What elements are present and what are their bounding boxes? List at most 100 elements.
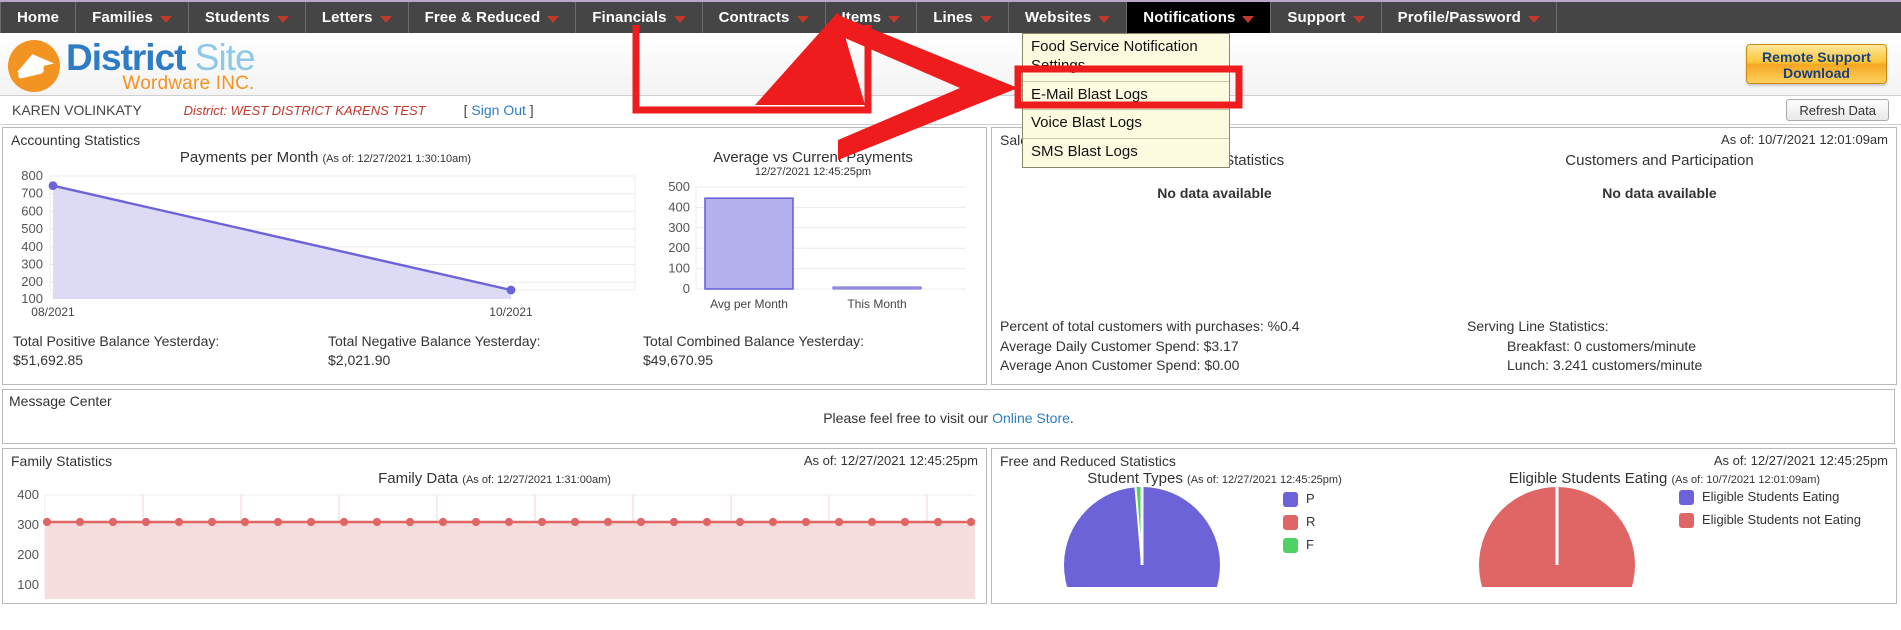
remote-support-download-button[interactable]: Remote Support Download: [1746, 44, 1887, 84]
eligible-eating-legend: Eligible Students Eating Eligible Studen…: [1679, 489, 1869, 528]
family-data-line-svg: 400 300 200 100: [17, 487, 976, 599]
chart-title-text: Payments per Month: [179, 149, 319, 166]
accounting-totals: Total Positive Balance Yesterday: $51,69…: [3, 326, 986, 370]
legend-item: R: [1283, 514, 1315, 530]
legend-swatch-eligible-eating: [1679, 490, 1694, 505]
serving-line-statistics-heading: Serving Line Statistics:: [1467, 318, 1609, 335]
current-district-label: District: WEST DISTRICT KARENS TEST: [183, 102, 426, 118]
nav-item-label: Support: [1287, 9, 1346, 26]
chevron-down-icon: [547, 15, 560, 23]
legend-label-f: F: [1306, 537, 1314, 552]
average-anon-customer-spend: Average Anon Customer Spend: $0.00: [1000, 357, 1240, 374]
svg-text:300: 300: [21, 257, 43, 272]
nav-item-lines[interactable]: Lines: [917, 2, 1009, 33]
chevron-down-icon: [159, 15, 172, 23]
total-negative-balance: Total Negative Balance Yesterday: $2,021…: [328, 332, 643, 370]
menu-item-label: Food Service Notification Settings: [1031, 38, 1198, 74]
message-center-title: Message Center: [9, 393, 112, 409]
bracket-open: [: [463, 102, 468, 118]
nav-item-label: Websites: [1024, 9, 1092, 26]
chart-title-text: Average vs Current Payments: [713, 149, 913, 166]
chevron-down-icon: [1352, 15, 1365, 23]
menu-item-sms-blast-logs[interactable]: SMS Blast Logs: [1023, 139, 1229, 167]
family-panel-title: Family Statistics: [11, 453, 113, 469]
avg-current-chart-title: Average vs Current Payments: [648, 149, 978, 166]
nav-filler: [1557, 2, 1901, 33]
legend-label-eligible-not-eating: Eligible Students not Eating: [1702, 512, 1861, 527]
svg-text:200: 200: [21, 274, 43, 289]
family-panel-asof: As of: 12/27/2021 12:45:25pm: [803, 453, 978, 468]
menu-item-voice-blast-logs[interactable]: Voice Blast Logs: [1023, 110, 1229, 139]
nav-item-items[interactable]: Items: [826, 2, 918, 33]
total-negative-balance-label: Total Negative Balance Yesterday:: [328, 333, 541, 349]
nav-item-websites[interactable]: Websites: [1009, 2, 1128, 33]
nav-item-label: Students: [204, 9, 270, 26]
menu-item-label: E-Mail Blast Logs: [1031, 85, 1148, 103]
legend-swatch-eligible-not-eating: [1679, 513, 1694, 528]
chevron-down-icon: [673, 15, 686, 23]
total-positive-balance: Total Positive Balance Yesterday: $51,69…: [13, 332, 328, 370]
svg-text:10/2021: 10/2021: [489, 305, 533, 319]
chevron-down-icon: [888, 15, 901, 23]
nav-item-financials[interactable]: Financials: [576, 2, 703, 33]
app-logo[interactable]: District Site Wordware INC.: [8, 37, 256, 93]
family-statistics-panel: Family Statistics As of: 12/27/2021 12:4…: [2, 448, 987, 604]
chevron-down-icon: [979, 15, 992, 23]
percent-customers-with-purchases: Percent of total customers with purchase…: [1000, 318, 1300, 335]
message-center-panel: Message Center Please feel free to visit…: [2, 389, 1895, 444]
dashboard-row-top: Accounting Statistics Payments per Month…: [0, 125, 1901, 387]
legend-label-eligible-eating: Eligible Students Eating: [1702, 489, 1840, 504]
sales-summary-lines: Percent of total customers with purchase…: [992, 317, 1896, 376]
sign-out-link[interactable]: Sign Out: [471, 102, 525, 118]
customers-participation-column: Customers and Participation No data avai…: [1437, 152, 1882, 202]
avg-current-chart-subtitle: 12/27/2021 12:45:25pm: [754, 166, 872, 178]
svg-text:This Month: This Month: [847, 297, 906, 311]
total-positive-balance-value: $51,692.85: [13, 351, 84, 368]
user-session-bar: KAREN VOLINKATY District: WEST DISTRICT …: [0, 96, 1901, 125]
payments-line-svg: 800 700 600 500 400 300 200 100 08/2021 …: [21, 168, 636, 319]
svg-text:500: 500: [21, 221, 43, 236]
refresh-data-button[interactable]: Refresh Data: [1786, 99, 1889, 121]
total-combined-balance-value: $49,670.95: [643, 351, 714, 368]
menu-item-food-service-notification-settings[interactable]: Food Service Notification Settings: [1023, 34, 1229, 82]
nav-item-notifications[interactable]: Notifications: [1127, 2, 1272, 33]
svg-text:100: 100: [17, 577, 39, 592]
remote-support-line2: Download: [1783, 65, 1850, 82]
nav-item-contracts[interactable]: Contracts: [703, 2, 826, 33]
svg-text:200: 200: [668, 240, 690, 255]
chart-subtitle-text: (As of: 12/27/2021 1:31:00am): [462, 474, 611, 486]
average-daily-customer-spend: Average Daily Customer Spend: $3.17: [1000, 337, 1239, 354]
nav-item-label: Free & Reduced: [424, 9, 541, 26]
online-store-link[interactable]: Online Store: [992, 410, 1070, 426]
svg-text:Avg per Month: Avg per Month: [710, 297, 788, 311]
chart-title-text: Eligible Students Eating: [1508, 470, 1668, 487]
legend-label-p: P: [1306, 491, 1315, 506]
menu-item-email-blast-logs[interactable]: E-Mail Blast Logs: [1023, 81, 1229, 111]
legend-swatch-r: [1283, 515, 1298, 530]
nav-item-students[interactable]: Students: [189, 2, 306, 33]
nav-item-families[interactable]: Families: [76, 2, 189, 33]
chart-title-text: Student Types: [1087, 470, 1183, 487]
chevron-down-icon: [379, 15, 392, 23]
eligible-eating-chart-title: Eligible Students Eating (As of: 10/7/20…: [1437, 470, 1892, 487]
bracket-close: ]: [529, 102, 534, 118]
nav-item-label: Families: [92, 9, 153, 26]
nav-item-free-and-reduced[interactable]: Free & Reduced: [409, 2, 577, 33]
nav-item-profile-password[interactable]: Profile/Password: [1382, 2, 1557, 33]
accounting-statistics-panel: Accounting Statistics Payments per Month…: [2, 127, 987, 385]
serving-line-lunch: Lunch: 3.241 customers/minute: [1507, 357, 1703, 374]
student-types-pie-svg: [1064, 487, 1220, 587]
nav-item-label: Lines: [933, 9, 973, 26]
nav-item-support[interactable]: Support: [1271, 2, 1382, 33]
accounting-charts-container: Payments per Month (As of: 12/27/2021 1:…: [3, 148, 986, 326]
svg-text:500: 500: [668, 179, 690, 194]
nav-item-letters[interactable]: Letters: [306, 2, 409, 33]
nav-item-home[interactable]: Home: [0, 2, 77, 33]
total-combined-balance-label: Total Combined Balance Yesterday:: [643, 333, 865, 349]
student-types-legend: P R F: [1283, 491, 1315, 553]
svg-text:400: 400: [17, 487, 39, 502]
serving-line-statistics: Serving Line Statistics: Breakfast: 0 cu…: [1437, 317, 1882, 376]
chevron-down-icon: [1527, 15, 1540, 23]
legend-item: Eligible Students Eating: [1679, 489, 1869, 505]
brand-word-district: District: [66, 37, 186, 78]
